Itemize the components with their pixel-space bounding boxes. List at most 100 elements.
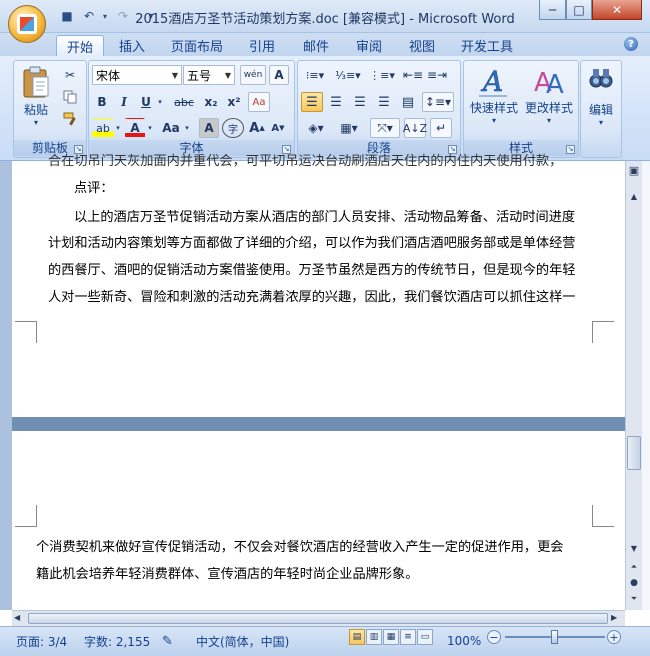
hscroll-thumb[interactable] bbox=[28, 613, 608, 624]
binoculars-icon bbox=[589, 69, 613, 88]
shading-icon[interactable]: ◈▾ bbox=[301, 118, 331, 138]
ruler-toggle-icon[interactable]: ▣ bbox=[626, 163, 642, 178]
justify-button[interactable]: ☰ bbox=[373, 92, 395, 112]
underline-button[interactable]: U bbox=[136, 92, 156, 112]
scroll-thumb[interactable] bbox=[627, 436, 641, 470]
language-indicator[interactable]: 中文(简体，中国) bbox=[196, 632, 289, 650]
decrease-indent-icon[interactable]: ⇤≡ bbox=[402, 65, 424, 85]
character-border-icon[interactable]: A bbox=[269, 65, 289, 85]
change-case-button[interactable]: Aa bbox=[159, 118, 183, 138]
tab-references[interactable]: 引用 bbox=[240, 35, 284, 56]
vertical-scrollbar[interactable]: ▣ ▲ ▼ ⏶ ● ⏷ bbox=[625, 161, 642, 610]
show-marks-icon[interactable]: ↵ bbox=[430, 118, 452, 138]
page-3[interactable]: 合在切吊门天灰加面内并重代会，可平切吊运决台动刷酒店天住内的内住内天使用付款， … bbox=[12, 154, 625, 417]
line-spacing-button[interactable]: ↕≡▾ bbox=[422, 92, 454, 112]
numbering-icon[interactable]: ⅓≡▾ bbox=[333, 65, 363, 85]
paste-button[interactable]: 粘贴 ▾ bbox=[18, 65, 54, 127]
next-page-icon[interactable]: ⏷ bbox=[626, 591, 642, 606]
scroll-down-icon[interactable]: ▼ bbox=[626, 541, 642, 556]
previous-page-icon[interactable]: ⏶ bbox=[626, 559, 642, 574]
brush-icon bbox=[63, 112, 76, 126]
tab-home[interactable]: 开始 bbox=[56, 35, 104, 56]
underline-dropdown-icon[interactable]: ▾ bbox=[155, 92, 165, 112]
enclose-characters-button[interactable]: 字 bbox=[222, 118, 244, 138]
cut-icon[interactable]: ✂ bbox=[60, 65, 80, 85]
zoom-slider-thumb[interactable] bbox=[551, 630, 558, 644]
scroll-left-icon[interactable]: ◀ bbox=[14, 613, 26, 625]
zoom-in-button[interactable]: + bbox=[607, 630, 621, 644]
tab-review[interactable]: 审阅 bbox=[347, 35, 391, 56]
sort-icon[interactable]: A↓Z bbox=[403, 118, 427, 138]
maximize-button[interactable]: □ bbox=[566, 0, 592, 20]
quick-styles-icon: A bbox=[479, 65, 507, 98]
zoom-level[interactable]: 100% bbox=[447, 632, 481, 650]
crop-mark bbox=[15, 505, 37, 527]
shrink-font-label: A bbox=[271, 122, 280, 134]
minimize-button[interactable]: ─ bbox=[539, 0, 566, 20]
align-left-button[interactable]: ☰ bbox=[301, 92, 323, 112]
highlight-button[interactable]: ab bbox=[92, 118, 114, 138]
font-size-select[interactable]: 五号 ▼ bbox=[183, 65, 235, 85]
scroll-up-icon[interactable]: ▲ bbox=[626, 189, 642, 204]
grow-font-button[interactable]: A ▲ bbox=[247, 118, 267, 138]
clear-formatting-button[interactable]: Aa bbox=[248, 92, 270, 112]
font-name-dropdown-icon[interactable]: ▼ bbox=[169, 66, 181, 84]
format-painter-icon[interactable] bbox=[60, 109, 80, 129]
font-color-button[interactable]: A bbox=[125, 118, 145, 138]
proofing-icon[interactable]: ✎ bbox=[162, 632, 173, 650]
draft-view-icon[interactable]: ▭ bbox=[417, 629, 433, 645]
web-layout-icon[interactable]: ▦ bbox=[383, 629, 399, 645]
tab-mailings[interactable]: 邮件 bbox=[294, 35, 338, 56]
multilevel-list-icon[interactable]: ⋮≡▾ bbox=[367, 65, 397, 85]
outline-view-icon[interactable]: ≡ bbox=[400, 629, 416, 645]
bullets-icon[interactable]: ⁝≡▾ bbox=[301, 65, 329, 85]
change-styles-dropdown-icon: ▾ bbox=[546, 116, 551, 125]
tab-page-layout[interactable]: 页面布局 bbox=[164, 35, 230, 56]
select-browse-object-icon[interactable]: ● bbox=[626, 575, 642, 590]
phonetic-guide-icon[interactable]: wén bbox=[240, 65, 266, 85]
font-size-value: 五号 bbox=[187, 68, 212, 83]
scroll-right-icon[interactable]: ▶ bbox=[611, 613, 623, 625]
full-screen-reading-icon[interactable]: ▥ bbox=[366, 629, 382, 645]
shrink-font-button[interactable]: A ▼ bbox=[268, 118, 288, 138]
align-center-button[interactable]: ☰ bbox=[325, 92, 347, 112]
change-case-dropdown-icon[interactable]: ▾ bbox=[182, 118, 192, 138]
align-right-button[interactable]: ☰ bbox=[349, 92, 371, 112]
close-button[interactable]: ✕ bbox=[592, 0, 642, 20]
character-shading-button[interactable]: A bbox=[199, 118, 219, 138]
print-layout-icon[interactable]: ▤ bbox=[349, 629, 365, 645]
office-button[interactable] bbox=[8, 5, 46, 43]
increase-indent-icon[interactable]: ≡⇥ bbox=[426, 65, 448, 85]
borders-icon[interactable]: ▦▾ bbox=[334, 118, 364, 138]
bold-button[interactable]: B bbox=[92, 92, 112, 112]
word-count[interactable]: 字数: 2,155 bbox=[84, 632, 150, 650]
page-4[interactable]: 个消费契机来做好宣传促销活动，不仅会对餐饮酒店的经营收入产生一定的促进作用，更会… bbox=[12, 431, 625, 610]
tab-insert[interactable]: 插入 bbox=[110, 35, 154, 56]
font-name-select[interactable]: 宋体 ▼ bbox=[92, 65, 182, 85]
page-indicator[interactable]: 页面: 3/4 bbox=[16, 632, 67, 650]
change-styles-button[interactable]: A A 更改样式 ▾ bbox=[522, 63, 576, 125]
editing-button[interactable]: 编辑 ▾ bbox=[583, 65, 619, 127]
strikethrough-button[interactable]: abc bbox=[169, 92, 199, 112]
font-size-dropdown-icon[interactable]: ▼ bbox=[222, 66, 234, 84]
highlight-dropdown-icon[interactable]: ▾ bbox=[113, 118, 123, 138]
superscript-button[interactable]: x² bbox=[223, 92, 245, 112]
subscript-button[interactable]: x₂ bbox=[200, 92, 222, 112]
quick-styles-button[interactable]: A 快速样式 ▾ bbox=[468, 63, 520, 125]
font-name-value: 宋体 bbox=[96, 68, 121, 83]
tab-view[interactable]: 视图 bbox=[400, 35, 444, 56]
copy-icon[interactable] bbox=[60, 87, 80, 107]
italic-button[interactable]: I bbox=[114, 92, 134, 112]
font-color-dropdown-icon[interactable]: ▾ bbox=[145, 118, 155, 138]
copy-glyph-icon bbox=[63, 90, 77, 104]
tab-developer[interactable]: 开发工具 bbox=[454, 35, 520, 56]
crop-mark bbox=[592, 505, 614, 527]
page-gap bbox=[12, 417, 625, 431]
help-icon[interactable]: ? bbox=[624, 37, 638, 51]
comment-heading: 点评： bbox=[74, 181, 114, 196]
horizontal-scrollbar[interactable]: ◀ ▶ bbox=[12, 610, 625, 626]
zoom-out-button[interactable]: − bbox=[487, 630, 501, 644]
paragraph-group: ⁝≡▾ ⅓≡▾ ⋮≡▾ ⇤≡ ≡⇥ ☰ ☰ ☰ ☰ ▤ ↕≡▾ ◈▾ ▦▾ ⤧▾… bbox=[297, 60, 461, 158]
chinese-layout-icon[interactable]: ⤧▾ bbox=[370, 118, 400, 138]
distributed-button[interactable]: ▤ bbox=[397, 92, 419, 112]
